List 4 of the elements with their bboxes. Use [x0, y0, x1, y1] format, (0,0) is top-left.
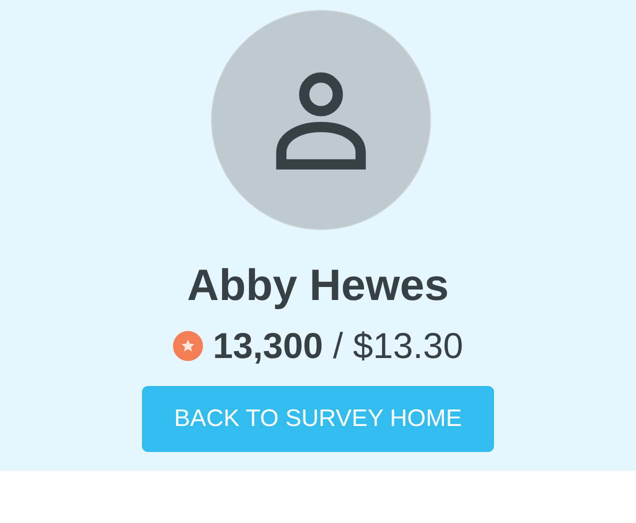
back-to-survey-home-button[interactable]: BACK TO SURVEY HOME: [142, 386, 494, 452]
points-balance: 13,300 / $13.30: [212, 324, 464, 368]
user-name: Abby Hewes: [187, 260, 449, 312]
star-coin-icon: [172, 331, 203, 361]
